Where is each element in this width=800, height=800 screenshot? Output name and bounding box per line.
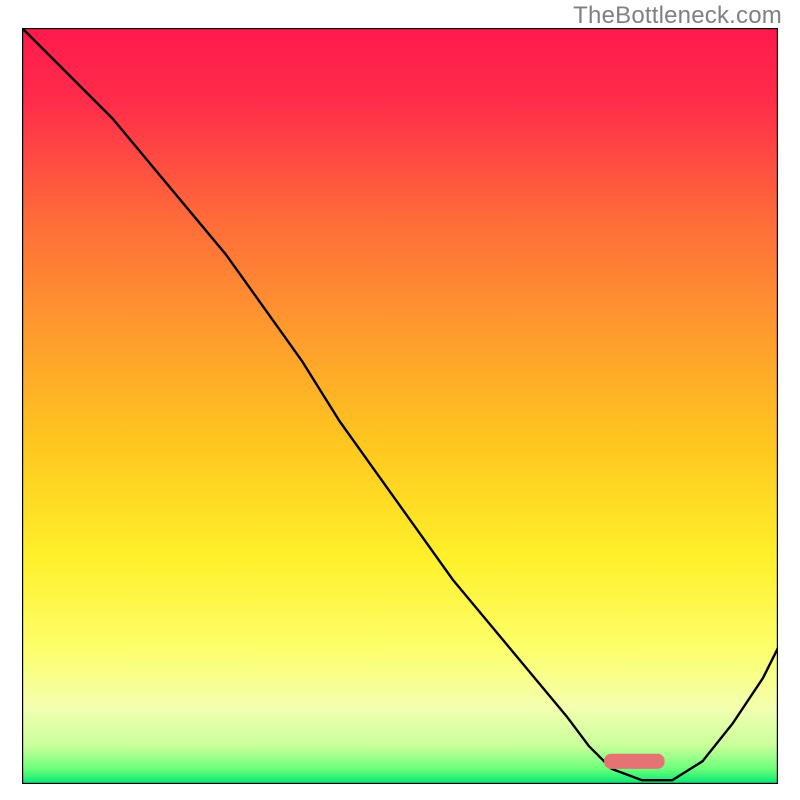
chart-container: TheBottleneck.com xyxy=(0,0,800,800)
bottleneck-curve-plot xyxy=(22,28,778,784)
plot-svg xyxy=(22,28,778,784)
watermark-text: TheBottleneck.com xyxy=(573,2,782,30)
optimum-marker xyxy=(604,754,664,769)
